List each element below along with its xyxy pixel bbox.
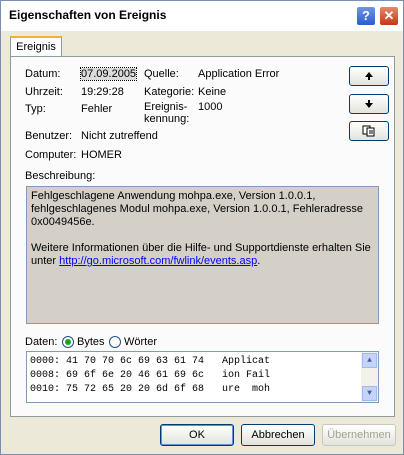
datum-label: Datum:: [25, 68, 61, 80]
typ-value: Fehler: [81, 103, 113, 115]
copy-button[interactable]: [349, 121, 389, 141]
description-line: 0x0049456e.: [31, 216, 95, 228]
help-link[interactable]: http://go.microsoft.com/fwlink/events.as…: [59, 255, 257, 267]
hex-data-box[interactable]: 0000: 41 70 70 6c 69 63 61 74 Applicat 0…: [26, 351, 379, 403]
help-button[interactable]: ?: [356, 6, 376, 26]
up-arrow-icon: [365, 72, 373, 80]
computer-label: Computer:: [25, 149, 77, 161]
kategorie-value: Keine: [198, 86, 227, 98]
ok-button[interactable]: OK: [160, 424, 234, 446]
description-line: fehlgeschlagenes Modul mohpa.exe, Versio…: [31, 203, 364, 215]
kennung-label: Ereignis-kennung:: [144, 101, 190, 125]
benutzer-label: Benutzer:: [25, 130, 73, 142]
hex-row: 0010: 75 72 65 20 20 6d 6f 68 ure moh: [30, 384, 271, 395]
apply-button[interactable]: Übernehmen: [322, 424, 396, 446]
woerter-radio-label[interactable]: Wörter: [124, 336, 157, 348]
bytes-radio-label[interactable]: Bytes: [77, 336, 105, 348]
description-label: Beschreibung:: [25, 170, 96, 182]
description-text-box[interactable]: Fehlgeschlagene Anwendung mohpa.exe, Ver…: [26, 186, 379, 324]
event-properties-window: Eigenschaften von Ereignis ? ✕ Ereignis …: [0, 0, 404, 455]
description-link-line: unter http://go.microsoft.com/fwlink/eve…: [31, 255, 261, 267]
uhrzeit-value: 19:29:28: [81, 86, 124, 98]
event-panel: Datum: 07.09.2005 Uhrzeit: 19:29:28 Typ:…: [10, 56, 395, 417]
window-title: Eigenschaften von Ereignis: [9, 8, 167, 22]
down-arrow-icon: [365, 100, 373, 108]
description-line: Fehlgeschlagene Anwendung mohpa.exe, Ver…: [31, 190, 316, 202]
hex-row: 0000: 41 70 70 6c 69 63 61 74 Applicat: [30, 356, 271, 367]
cancel-button[interactable]: Abbrechen: [241, 424, 315, 446]
close-button[interactable]: ✕: [379, 6, 399, 26]
tab-ereignis[interactable]: Ereignis: [10, 36, 62, 57]
quelle-value: Application Error: [198, 68, 280, 80]
description-line: Weitere Informationen über die Hilfe- un…: [31, 242, 371, 254]
previous-event-button[interactable]: [349, 66, 389, 86]
next-event-button[interactable]: [349, 94, 389, 114]
hex-row: 0008: 69 6f 6e 20 46 61 69 6c ion Fail: [30, 370, 271, 381]
scroll-up-icon[interactable]: ▲: [362, 353, 377, 368]
benutzer-value: Nicht zutreffend: [81, 130, 158, 142]
uhrzeit-label: Uhrzeit:: [25, 86, 63, 98]
typ-label: Typ:: [25, 103, 46, 115]
computer-value: HOMER: [81, 149, 122, 161]
woerter-radio[interactable]: [109, 336, 121, 348]
data-label: Daten:: [25, 336, 58, 348]
scroll-down-icon[interactable]: ▼: [362, 386, 377, 401]
copy-icon: [362, 125, 375, 137]
kennung-value: 1000: [198, 101, 223, 113]
datum-value: 07.09.2005: [79, 67, 138, 81]
bytes-radio[interactable]: [62, 336, 74, 348]
kategorie-label: Kategorie:: [144, 86, 195, 98]
title-bar: Eigenschaften von Ereignis ? ✕: [1, 1, 403, 31]
quelle-label: Quelle:: [144, 68, 179, 80]
hex-scrollbar[interactable]: ▲ ▼: [361, 352, 378, 402]
